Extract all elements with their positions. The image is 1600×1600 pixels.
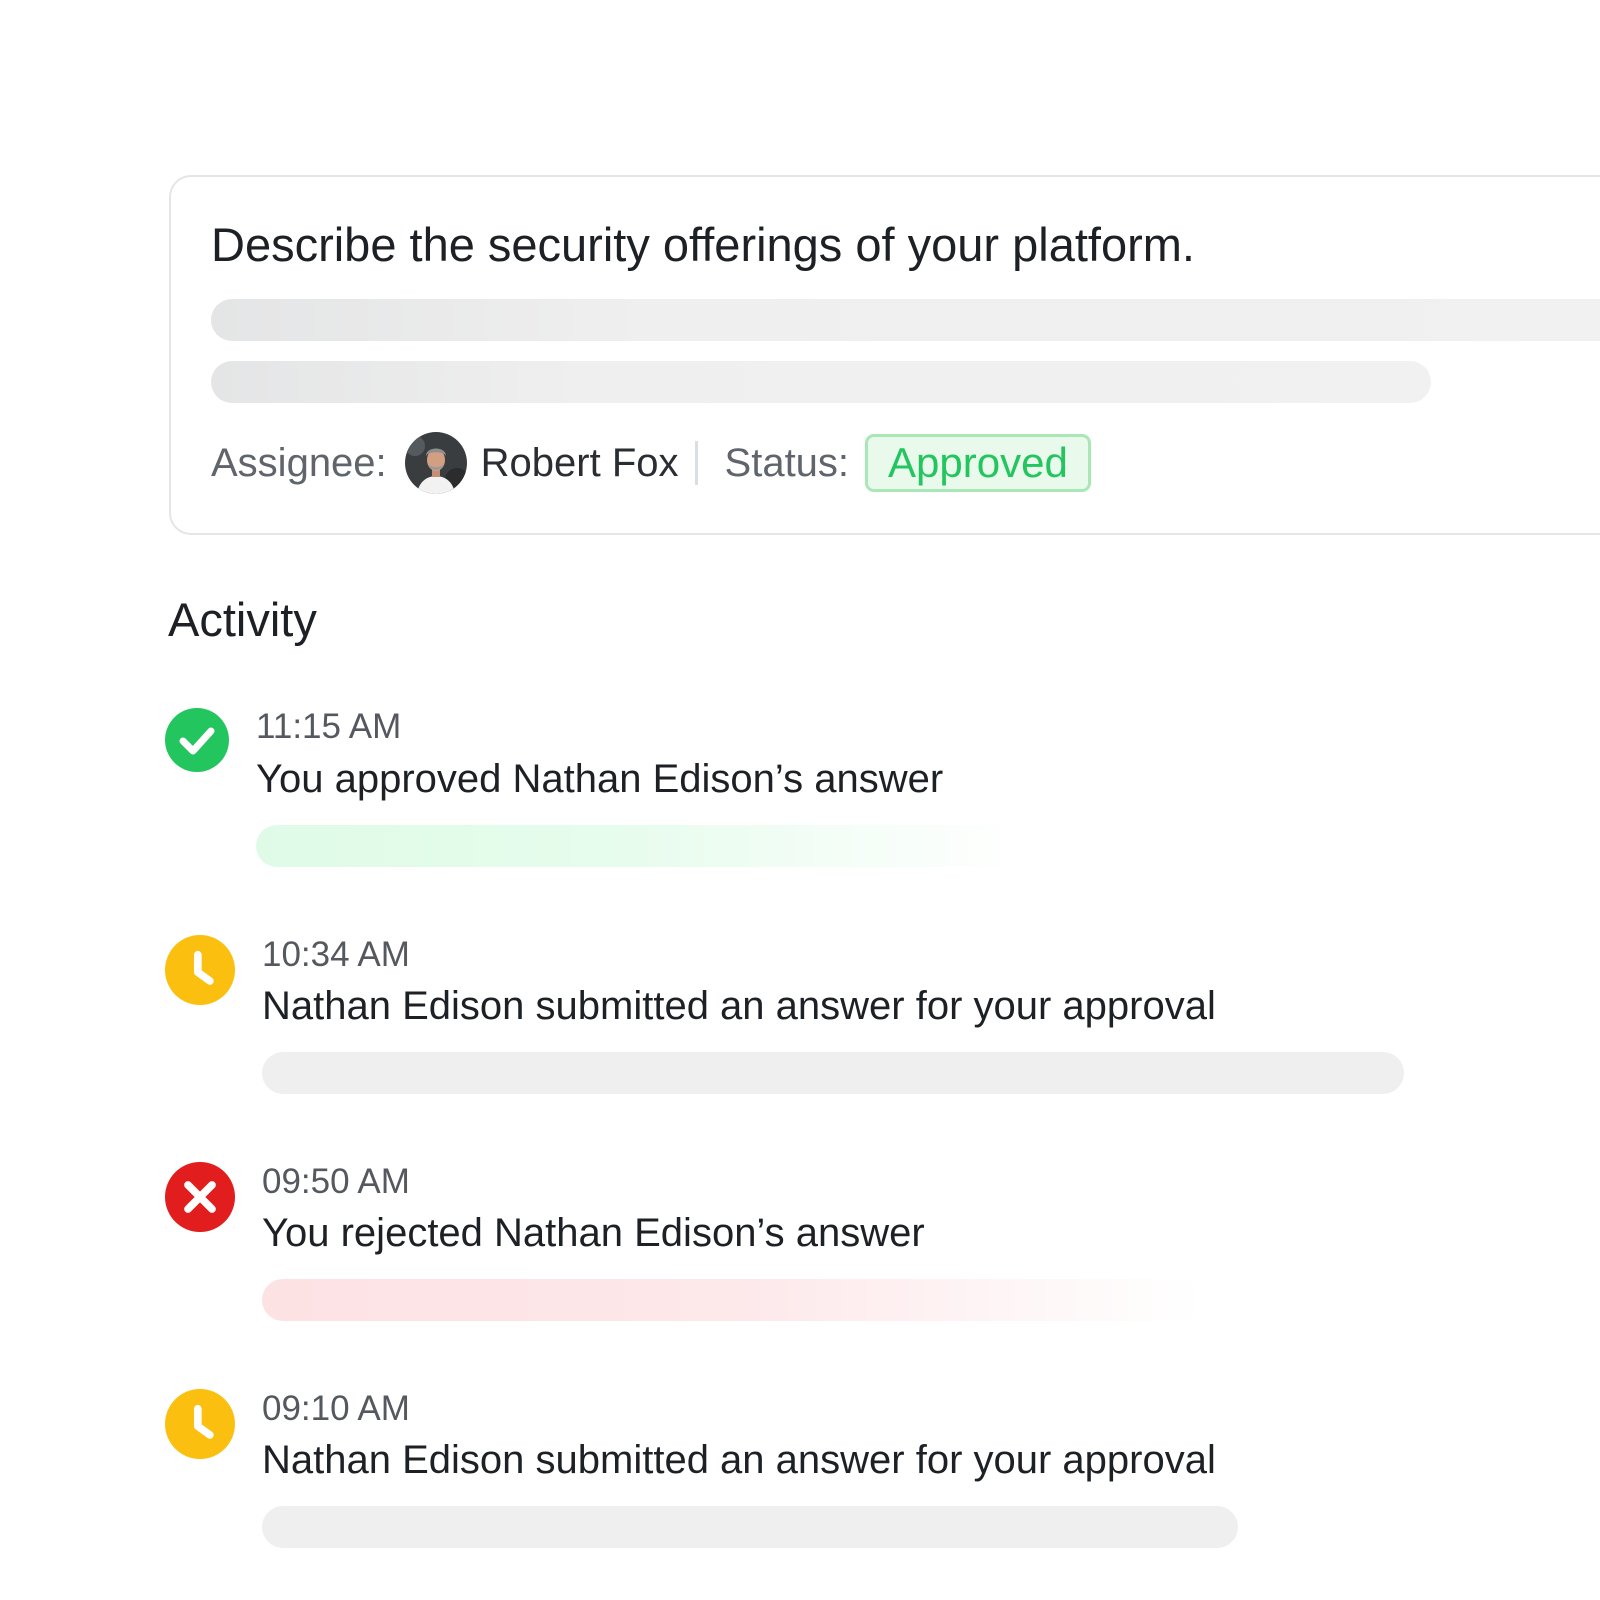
activity-text: Nathan Edison submitted an answer for yo…	[262, 1438, 1216, 1482]
question-card[interactable]: Describe the security offerings of your …	[169, 175, 1600, 535]
meta-divider	[694, 441, 698, 485]
x-icon	[165, 1162, 235, 1232]
activity-item: 09:10 AM Nathan Edison submitted an answ…	[0, 0, 1600, 1548]
status-label: Status:	[724, 440, 850, 485]
activity-answer-placeholder	[262, 1052, 1404, 1094]
clock-icon	[165, 935, 235, 1005]
check-icon	[165, 708, 229, 772]
assignee-name[interactable]: Robert Fox	[481, 441, 679, 486]
activity-text: You rejected Nathan Edison’s answer	[262, 1211, 925, 1255]
activity-text: You approved Nathan Edison’s answer	[256, 757, 944, 801]
status-badge[interactable]: Approved	[865, 434, 1091, 492]
avatar-portrait-icon	[404, 432, 467, 494]
question-title: Describe the security offerings of your …	[211, 218, 1195, 271]
activity-answer-placeholder	[262, 1506, 1238, 1548]
activity-answer-placeholder	[262, 1279, 1202, 1321]
question-meta-row: Assignee: Robert Fox Status: Approved	[211, 431, 1091, 495]
activity-time: 09:10 AM	[262, 1389, 410, 1428]
assignee-label: Assignee:	[211, 440, 387, 485]
answer-placeholder-line	[211, 299, 1600, 341]
avatar[interactable]	[404, 432, 467, 494]
activity-answer-placeholder	[256, 825, 1026, 867]
clock-icon	[165, 1389, 235, 1459]
activity-time: 11:15 AM	[256, 707, 402, 746]
page: Describe the security offerings of your …	[0, 0, 1600, 1600]
activity-text: Nathan Edison submitted an answer for yo…	[262, 984, 1216, 1028]
activity-time: 10:34 AM	[262, 935, 410, 974]
activity-time: 09:50 AM	[262, 1162, 410, 1201]
answer-placeholder-line	[211, 361, 1431, 403]
activity-heading: Activity	[168, 593, 317, 646]
